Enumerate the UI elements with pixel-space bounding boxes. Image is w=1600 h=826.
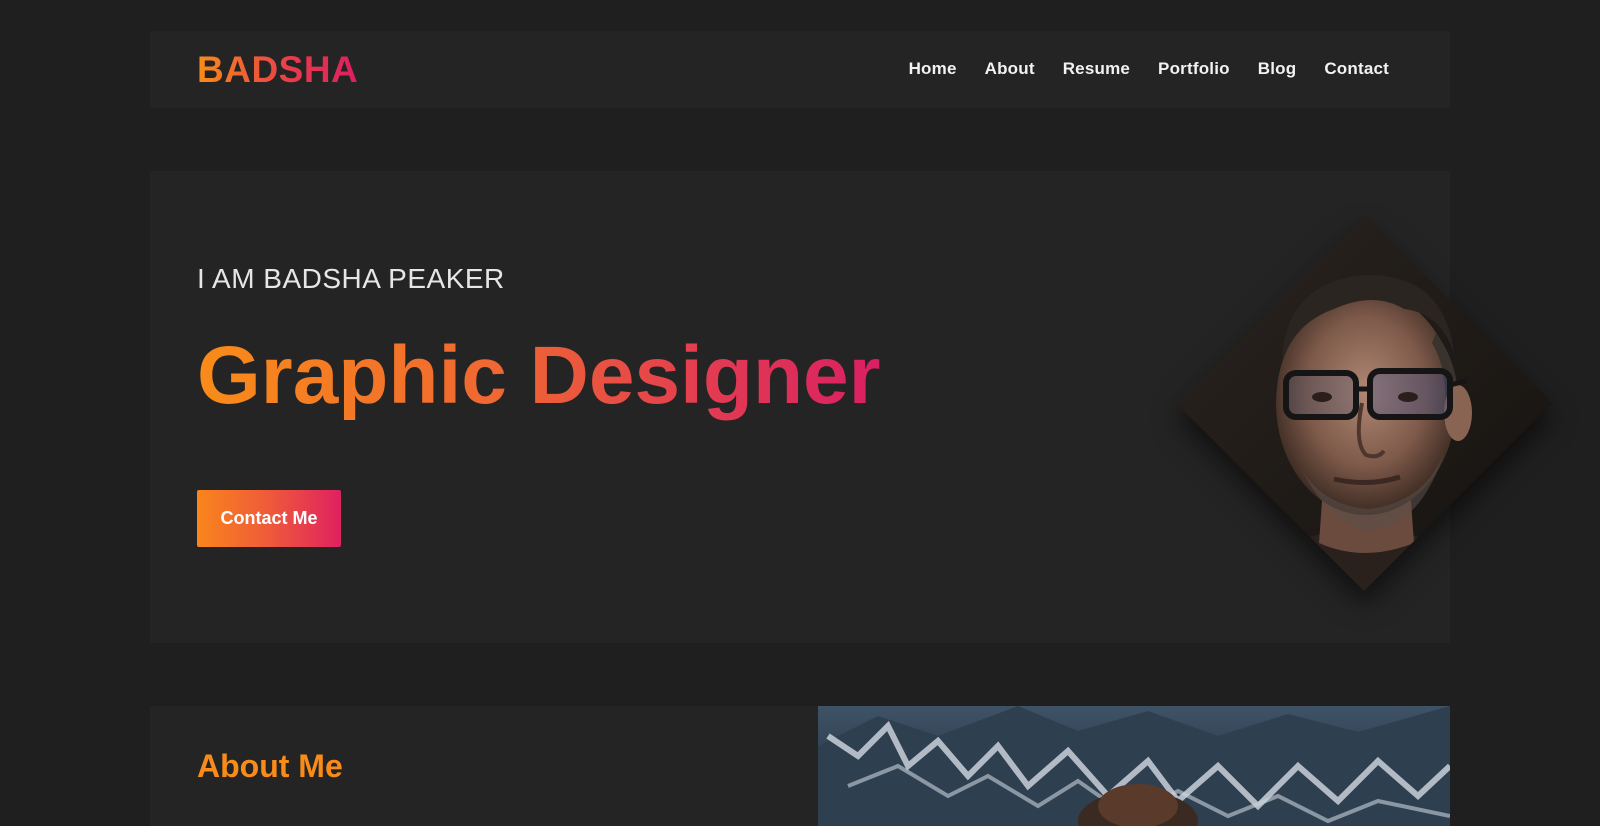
- about-image: [818, 706, 1450, 826]
- about-text-panel: About Me: [150, 706, 818, 826]
- contact-me-button[interactable]: Contact Me: [197, 490, 341, 547]
- nav-about[interactable]: About: [985, 59, 1035, 79]
- nav-contact[interactable]: Contact: [1324, 59, 1389, 79]
- site-logo[interactable]: BADSHA: [197, 49, 358, 91]
- nav-blog[interactable]: Blog: [1258, 59, 1297, 79]
- portrait-image: [1175, 214, 1553, 592]
- mountain-photo: [818, 706, 1450, 826]
- nav-home[interactable]: Home: [909, 59, 957, 79]
- site-header: BADSHA Home About Resume Portfolio Blog …: [150, 31, 1450, 108]
- nav-portfolio[interactable]: Portfolio: [1158, 59, 1230, 79]
- main-nav: Home About Resume Portfolio Blog Contact: [909, 59, 1389, 79]
- about-title: About Me: [197, 748, 343, 784]
- portrait-diamond-frame: [1175, 214, 1553, 592]
- hero-role-title: Graphic Designer: [197, 330, 881, 421]
- nav-resume[interactable]: Resume: [1063, 59, 1130, 79]
- hero-intro: I AM BADSHA PEAKER: [197, 263, 505, 294]
- hero-portrait: [1175, 214, 1553, 592]
- about-section: About Me: [150, 706, 1450, 826]
- hero-section: I AM BADSHA PEAKER Graphic Designer Cont…: [150, 171, 1553, 643]
